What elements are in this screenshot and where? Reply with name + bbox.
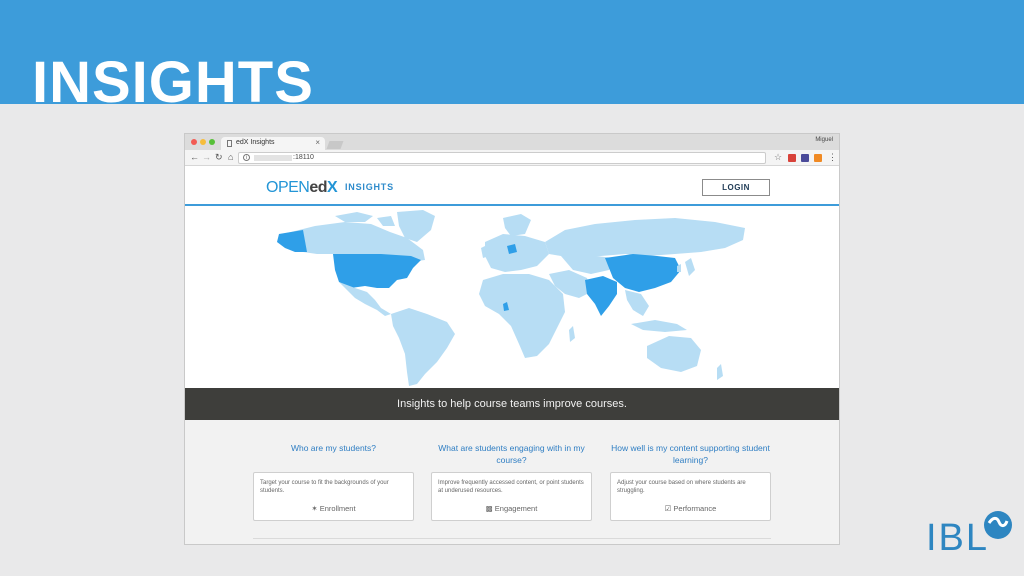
map-uk [481, 244, 489, 258]
question-description: Improve frequently accessed content, or … [438, 480, 584, 494]
login-button[interactable]: LOGIN [702, 179, 770, 196]
map-southeast-asia [625, 290, 649, 316]
insights-page: OPENedX INSIGHTS LOGIN Insights to help … [185, 166, 839, 544]
world-map-svg [277, 210, 745, 386]
question-heading[interactable]: What are students engaging with in my co… [431, 442, 592, 472]
question-description: Adjust your course based on where studen… [617, 480, 746, 494]
slide-title: INSIGHTS [32, 50, 314, 115]
map-south-america [391, 308, 455, 386]
performance-link[interactable]: ☑ Performance [611, 504, 770, 513]
maximize-window-button[interactable] [209, 139, 215, 145]
logo-ed-text: ed [309, 179, 328, 196]
openedx-logo[interactable]: OPENedX [266, 179, 338, 196]
enrollment-link[interactable]: ✶ Enrollment [254, 504, 413, 513]
url-text: :18110 [293, 154, 314, 161]
check-square-icon: ☑ [664, 504, 672, 513]
map-japan [677, 258, 695, 276]
map-alaska [277, 230, 307, 252]
question-engagement: What are students engaging with in my co… [431, 442, 592, 521]
world-map [185, 208, 839, 389]
tagline-banner: Insights to help course teams improve co… [185, 388, 839, 420]
map-india [585, 276, 617, 316]
questions-section: Who are my students? Target your course … [185, 420, 839, 544]
ibl-logo-text: IBL [926, 517, 990, 559]
browser-tab-active[interactable]: edX Insights × [221, 137, 325, 150]
tab-title: edX Insights [236, 139, 275, 146]
question-card: Improve frequently accessed content, or … [431, 472, 592, 521]
map-europe [485, 234, 549, 272]
info-icon[interactable]: i [243, 154, 250, 161]
document-icon [227, 140, 232, 147]
browser-profile-name[interactable]: Miguel [815, 137, 833, 143]
extension-icon[interactable] [788, 154, 796, 162]
new-tab-button[interactable] [326, 141, 344, 149]
back-arrow-icon[interactable]: ← [190, 152, 199, 163]
browser-window: edX Insights × Miguel ← → ↻ ⌂ i :18110 ☆… [185, 134, 839, 544]
engagement-link-label: Engagement [494, 504, 538, 513]
map-usa [333, 254, 421, 288]
bookmark-star-icon[interactable]: ☆ [774, 152, 782, 163]
map-africa [479, 274, 565, 358]
map-indonesia [631, 320, 687, 332]
enrollment-link-label: Enrollment [319, 504, 356, 513]
browser-toolbar: ← → ↻ ⌂ i :18110 ☆ ⋮ [185, 150, 839, 166]
redacted-host [254, 155, 292, 161]
question-enrollment: Who are my students? Target your course … [253, 442, 414, 521]
kebab-menu-icon[interactable]: ⋮ [828, 152, 837, 163]
question-card: Adjust your course based on where studen… [610, 472, 771, 521]
question-performance: How well is my content supporting studen… [610, 442, 771, 521]
divider [253, 538, 771, 539]
map-new-zealand [717, 364, 723, 380]
minimize-window-button[interactable] [200, 139, 206, 145]
address-bar[interactable]: i :18110 [238, 152, 766, 164]
question-heading[interactable]: How well is my content supporting studen… [610, 442, 771, 472]
map-scandinavia [503, 214, 531, 236]
logo-x-text: X [327, 179, 338, 196]
question-heading[interactable]: Who are my students? [253, 442, 414, 472]
wave-icon [987, 516, 1009, 528]
bar-chart-icon: ▩ [485, 504, 493, 513]
site-header: OPENedX INSIGHTS LOGIN [185, 166, 839, 206]
home-icon[interactable]: ⌂ [228, 152, 233, 163]
extension-icon[interactable] [814, 154, 822, 162]
extension-icon[interactable] [801, 154, 809, 162]
performance-link-label: Performance [673, 504, 717, 513]
question-description: Target your course to fit the background… [260, 480, 389, 494]
browser-tab-bar: edX Insights × Miguel [185, 134, 839, 150]
logo-open-text: OPEN [266, 179, 310, 196]
close-window-button[interactable] [191, 139, 197, 145]
logo-insights-label: INSIGHTS [345, 182, 394, 192]
map-madagascar [569, 326, 575, 342]
question-card: Target your course to fit the background… [253, 472, 414, 521]
map-russia [545, 218, 745, 258]
reload-icon[interactable]: ↻ [215, 152, 223, 163]
engagement-link[interactable]: ▩ Engagement [432, 504, 591, 513]
forward-arrow-icon[interactable]: → [202, 152, 211, 163]
tab-close-button[interactable]: × [315, 138, 320, 147]
map-australia [647, 336, 701, 372]
person-icon: ✶ [311, 504, 318, 513]
tagline-text: Insights to help course teams improve co… [397, 398, 627, 410]
